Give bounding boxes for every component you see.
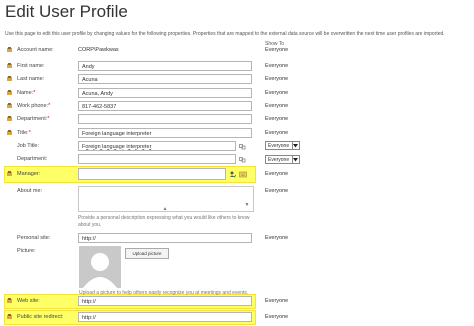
personal-site-field[interactable]: http:// [78, 233, 252, 243]
default-avatar-icon [83, 253, 117, 288]
page-description: Use this page to edit this user profile … [5, 31, 445, 37]
department-field[interactable] [78, 114, 252, 124]
work-phone-field[interactable]: 817-462-5837 [78, 101, 252, 111]
web-site-field[interactable]: http:// [78, 296, 252, 306]
chevron-down-icon [292, 142, 299, 149]
user-property-icon [7, 298, 13, 304]
required-marker: * [28, 130, 31, 136]
public-site-redirect-show-to: Everyone [265, 314, 289, 320]
about-me-textarea[interactable]: ▲ [78, 186, 254, 212]
about-me-hint: Provide a personal description expressin… [78, 215, 250, 228]
manager-label: Manager: [17, 171, 41, 177]
title-show-to: Everyone [265, 130, 289, 136]
personal-site-show-to: Everyone [265, 235, 289, 241]
upload-picture-button[interactable]: Upload picture [125, 248, 169, 259]
name-label: Name:* [17, 90, 35, 96]
picture-label: Picture: [17, 248, 36, 254]
last-name-show-to: Everyone [265, 76, 289, 82]
required-marker: * [33, 90, 36, 96]
web-site-show-to: Everyone [265, 298, 289, 304]
public-site-redirect-label: Public site redirect: [17, 314, 64, 320]
department-show-to: Everyone [265, 116, 289, 122]
user-property-icon [7, 103, 13, 109]
first-name-label: First name: [17, 63, 45, 69]
required-marker: * [48, 103, 51, 109]
about-me-label: About me: [17, 188, 43, 194]
user-property-icon [7, 314, 13, 320]
department2-field[interactable] [78, 154, 236, 164]
first-name-show-to: Everyone [265, 63, 289, 69]
department2-label: Department: [17, 156, 48, 162]
last-name-label: Last name: [17, 76, 45, 82]
work-phone-label-text: Work phone: [17, 103, 49, 109]
job-title-show-to-value: Everyone [268, 142, 290, 149]
job-title-field[interactable]: Foreign language interpreter [78, 141, 236, 151]
department-label-text: Department: [17, 116, 48, 122]
user-property-icon [7, 116, 13, 122]
tag-icon[interactable] [239, 143, 246, 150]
last-name-field[interactable]: Acuna [78, 74, 252, 84]
department2-show-to-select[interactable]: Everyone [265, 155, 300, 164]
tag-icon[interactable] [239, 156, 246, 163]
title-field[interactable]: Foreign language interpreter [78, 128, 252, 138]
account-name-label: Account name: [17, 47, 54, 53]
job-title-show-to-select[interactable]: Everyone [265, 141, 300, 150]
about-me-show-to: Everyone [265, 188, 289, 194]
work-phone-label: Work phone:* [17, 103, 50, 109]
user-property-icon [7, 63, 13, 69]
chevron-down-icon [292, 156, 299, 163]
web-site-label: Web site: [17, 298, 40, 304]
name-field[interactable]: Acuna, Andy [78, 88, 252, 98]
check-names-icon[interactable] [229, 171, 237, 178]
page-title: Edit User Profile [5, 2, 128, 21]
scroll-up-icon[interactable]: ▲ [161, 206, 169, 212]
scroll-down-icon[interactable]: ▼ [243, 202, 251, 208]
account-name-show-to: Everyone [265, 47, 289, 53]
profile-picture [79, 246, 121, 288]
title-label: Title:* [17, 130, 31, 136]
account-name-value: CORP\Pawkwas [78, 47, 119, 53]
address-book-icon[interactable] [239, 171, 247, 178]
user-property-icon [7, 90, 13, 96]
title-label-text: Title: [17, 130, 29, 136]
job-title-label: Job Title: [17, 143, 40, 149]
user-property-icon [7, 47, 13, 53]
manager-show-to: Everyone [265, 171, 289, 177]
work-phone-show-to: Everyone [265, 103, 289, 109]
name-show-to: Everyone [265, 90, 289, 96]
user-property-icon [7, 76, 13, 82]
public-site-redirect-field[interactable]: http:// [78, 312, 252, 322]
required-marker: * [47, 116, 50, 122]
department-label: Department:* [17, 116, 49, 122]
name-label-text: Name: [17, 90, 34, 96]
first-name-field[interactable]: Andy [78, 61, 252, 71]
manager-field[interactable] [78, 168, 226, 180]
personal-site-label: Personal site: [17, 235, 51, 241]
user-property-icon [7, 130, 13, 136]
job-title-value: Foreign language interpreter [82, 143, 152, 150]
department2-show-to-value: Everyone [268, 156, 290, 163]
user-property-icon [7, 171, 13, 177]
